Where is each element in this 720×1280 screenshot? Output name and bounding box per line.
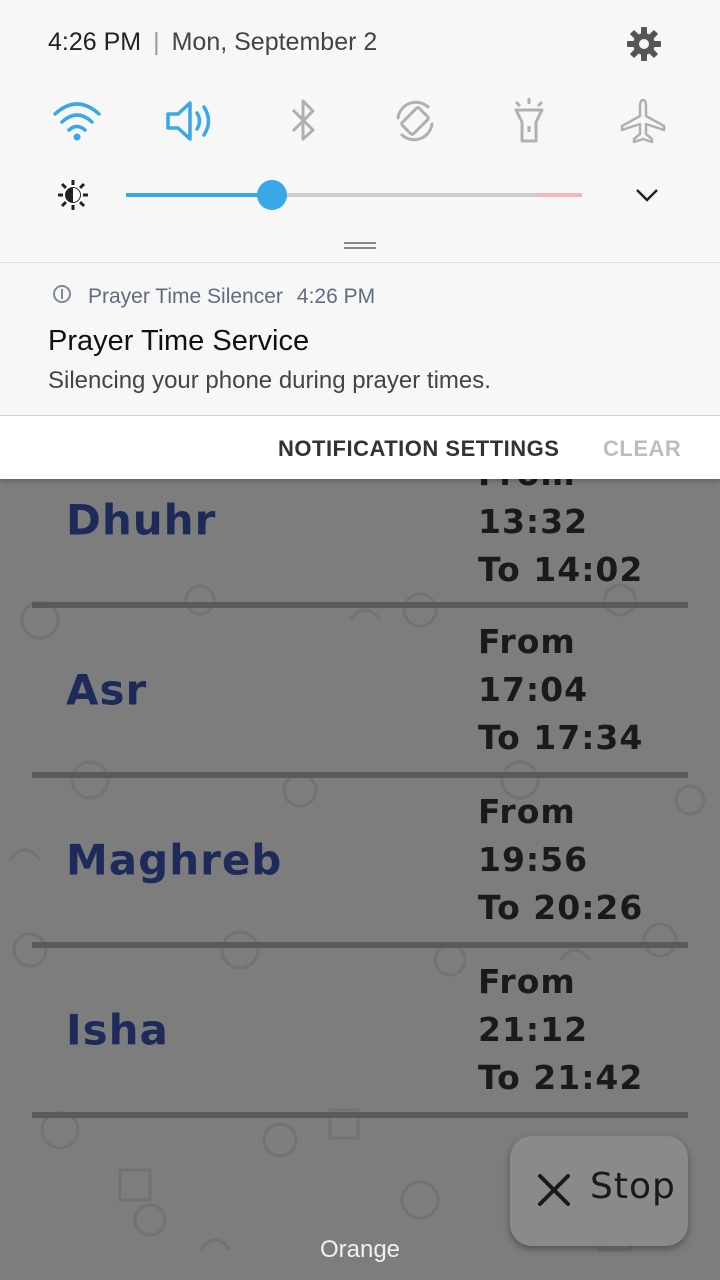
info-icon: [53, 285, 71, 303]
to-time: To 17:34: [478, 718, 644, 757]
brightness-row: [0, 170, 720, 220]
card-divider: [32, 772, 688, 778]
stop-label: Stop: [590, 1166, 676, 1207]
brightness-icon: [58, 180, 88, 210]
wifi-icon[interactable]: [50, 96, 104, 146]
notification-time: 4:26 PM: [296, 285, 376, 308]
prayer-card-maghreb[interactable]: Maghreb From 19:56 To 20:26: [32, 780, 688, 948]
prayer-name: Dhuhr: [66, 495, 217, 545]
prayer-card-isha[interactable]: Isha From 21:12 To 21:42: [32, 950, 688, 1118]
clock: 4:26 PM: [48, 28, 142, 56]
gear-icon[interactable]: [624, 24, 664, 64]
prayer-name: Isha: [66, 1005, 169, 1055]
brightness-slider[interactable]: [126, 193, 582, 197]
auto-rotate-icon[interactable]: [388, 96, 442, 146]
notification-text: Silencing your phone during prayer times…: [48, 367, 491, 394]
notification-settings-button[interactable]: NOTIFICATION SETTINGS: [278, 436, 559, 462]
flashlight-icon[interactable]: [502, 96, 556, 146]
notification-app-name: Prayer Time Silencer: [88, 285, 283, 308]
bluetooth-icon[interactable]: [276, 96, 330, 146]
prayer-time-range: From 19:56 To 20:26: [478, 788, 688, 932]
close-icon: [538, 1174, 570, 1206]
notification-card[interactable]: Prayer Time Silencer 4:26 PM Prayer Time …: [0, 262, 720, 415]
sound-icon[interactable]: [162, 96, 216, 146]
from-time: From 19:56: [478, 792, 589, 879]
prayer-card-asr[interactable]: Asr From 17:04 To 17:34: [32, 610, 688, 778]
date: Mon, September 2: [171, 28, 378, 56]
brightness-high-zone: [536, 193, 582, 197]
to-time: To 21:42: [478, 1058, 644, 1097]
notification-actions: NOTIFICATION SETTINGS CLEAR: [0, 415, 720, 479]
card-divider: [32, 602, 688, 608]
to-time: To 14:02: [478, 550, 644, 589]
carrier-label: Orange: [319, 1236, 401, 1263]
notification-header: Prayer Time Silencer 4:26 PM: [52, 285, 375, 309]
notification-shade: 4:26 PM | Mon, September 2 Prayer Time S…: [0, 0, 720, 479]
drag-handle[interactable]: [344, 242, 376, 249]
prayer-name: Maghreb: [66, 835, 283, 885]
prayer-time-range: From 21:12 To 21:42: [478, 958, 688, 1102]
card-divider: [32, 942, 688, 948]
brightness-thumb[interactable]: [257, 180, 287, 210]
from-time: From 17:04: [478, 622, 589, 709]
prayer-name: Asr: [66, 665, 148, 715]
to-time: To 20:26: [478, 888, 644, 927]
status-bar: 4:26 PM | Mon, September 2: [48, 28, 377, 57]
prayer-time-range: From 17:04 To 17:34: [478, 618, 688, 762]
from-time: From 21:12: [478, 962, 589, 1049]
airplane-mode-icon[interactable]: [616, 96, 670, 146]
separator: |: [153, 28, 160, 56]
card-divider: [32, 1112, 688, 1118]
chevron-down-icon[interactable]: [632, 180, 662, 210]
brightness-fill: [126, 193, 272, 197]
clear-button[interactable]: CLEAR: [603, 436, 681, 462]
stop-button[interactable]: Stop: [510, 1136, 688, 1246]
notification-title: Prayer Time Service: [48, 325, 310, 357]
